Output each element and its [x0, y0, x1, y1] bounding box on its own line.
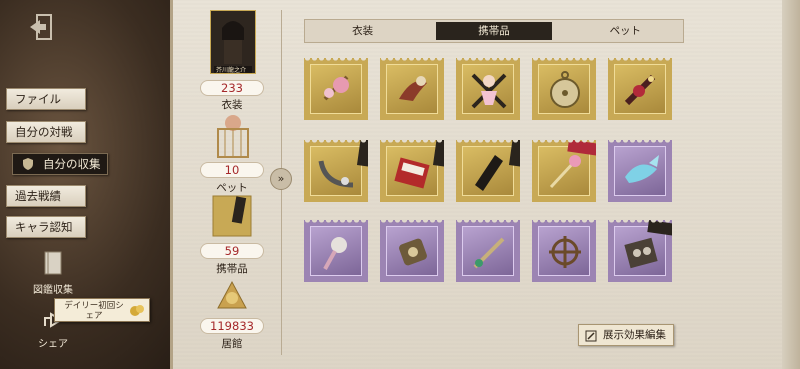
collection-item[interactable] — [304, 135, 375, 202]
menu-past-records[interactable]: 過去戦績 — [6, 185, 86, 207]
back-button[interactable] — [28, 12, 56, 42]
mansion-label: 居館 — [221, 338, 243, 350]
collection-item[interactable] — [456, 58, 520, 120]
pet-image[interactable] — [212, 113, 254, 163]
gem-bracelet-icon — [624, 74, 656, 106]
wand-icon — [549, 155, 581, 189]
whale-icon — [625, 155, 659, 183]
red-box-icon — [394, 157, 430, 189]
belt-icon — [475, 155, 503, 191]
codex-collection-button[interactable]: 図鑑収集 — [28, 250, 78, 296]
reward-coin-icon — [129, 303, 145, 320]
tool-icon — [323, 237, 347, 270]
double-chevron-right-icon: » — [277, 172, 285, 185]
share-label: シェア — [38, 339, 68, 350]
ship-wheel-icon — [549, 236, 581, 268]
menu-my-collection[interactable]: 自分の収集 — [12, 153, 108, 175]
ring-icon — [399, 238, 427, 266]
tab-accessories[interactable]: 携帯品 — [436, 22, 552, 40]
collection-item[interactable] — [456, 135, 527, 202]
collection-item[interactable] — [380, 135, 451, 202]
codex-label: 図鑑収集 — [33, 285, 73, 296]
costume-count: 233 — [200, 80, 264, 96]
menu-file[interactable]: ファイル — [6, 88, 86, 110]
collection-item[interactable] — [304, 58, 368, 120]
character-card[interactable]: 芥川龍之介 — [209, 9, 257, 78]
expand-button[interactable]: » — [270, 168, 292, 190]
book-icon — [44, 251, 62, 275]
bird-icon — [399, 76, 427, 101]
collection-item[interactable] — [380, 58, 444, 120]
collection-item[interactable] — [456, 220, 520, 282]
character-name: 芥川龍之介 — [216, 67, 247, 74]
sword-icon — [473, 237, 505, 269]
collection-item[interactable] — [532, 220, 596, 282]
pocket-watch-icon — [550, 71, 580, 108]
daily-share-tooltip: デイリー初回シェア — [54, 298, 150, 322]
doll-icon — [471, 73, 507, 109]
menu-my-matches[interactable]: 自分の対戦 — [6, 121, 86, 143]
collection-item[interactable] — [608, 140, 672, 202]
collection-item[interactable] — [380, 220, 444, 282]
edit-display-effect-button[interactable]: 展示効果編集 — [578, 324, 674, 346]
category-tabs: 衣装 携帯品 ペット — [304, 19, 684, 43]
exit-door-icon — [30, 14, 52, 40]
mansion-image[interactable] — [214, 278, 250, 318]
chain-icon — [318, 160, 354, 188]
flamingo-icon — [323, 75, 349, 101]
collection-item[interactable] — [532, 139, 605, 202]
pet-count: 10 — [200, 162, 264, 178]
pet-cage-icon — [217, 115, 249, 158]
collection-item[interactable] — [608, 58, 672, 120]
collection-item[interactable] — [532, 58, 596, 120]
pet-label: ペット — [216, 182, 248, 194]
shield-icon — [21, 157, 35, 171]
device-icon — [624, 237, 658, 269]
accessory-count: 59 — [200, 243, 264, 259]
accessory-image[interactable] — [212, 195, 252, 241]
mansion-count: 119833 — [200, 318, 264, 334]
tab-pets[interactable]: ペット — [568, 20, 683, 42]
mansion-crest-icon — [217, 280, 247, 309]
costume-label: 衣装 — [221, 99, 243, 111]
panel-edge — [782, 0, 800, 369]
collection-item[interactable] — [304, 220, 368, 282]
menu-character-cognition[interactable]: キャラ認知 — [6, 216, 86, 238]
collection-item[interactable] — [608, 220, 677, 282]
tab-costume[interactable]: 衣装 — [305, 20, 420, 42]
accessory-stamp-icon — [212, 195, 252, 237]
accessory-label: 携帯品 — [216, 263, 248, 275]
edit-icon — [585, 329, 597, 349]
